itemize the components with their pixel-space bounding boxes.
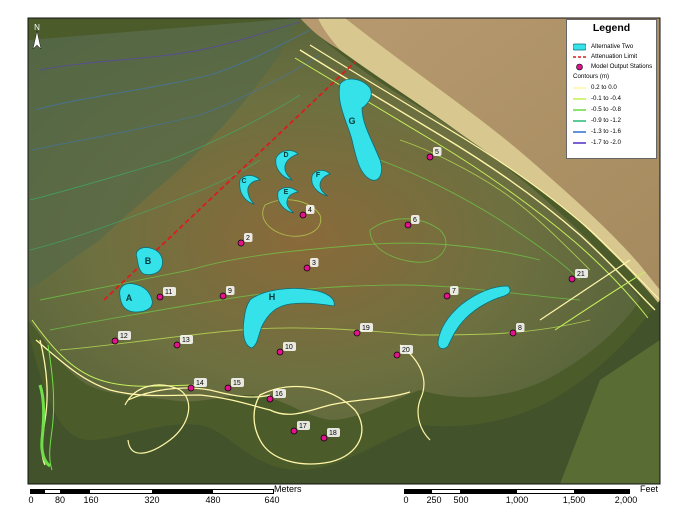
- station-marker: [156, 293, 164, 301]
- station-marker: [443, 292, 451, 300]
- station-label: 17: [299, 423, 307, 430]
- site-label: D: [283, 152, 288, 159]
- station-marker: [299, 211, 307, 219]
- scale-meters-tick: 80: [54, 495, 66, 505]
- legend-box: Legend Alternative Two Attenuation Limit…: [566, 19, 657, 159]
- station-marker: [276, 348, 284, 356]
- station-label: 21: [577, 271, 585, 278]
- station-marker: [111, 337, 119, 345]
- station-label: 8: [518, 325, 522, 332]
- scale-feet-tick: 1,500: [562, 495, 586, 505]
- station-marker: [219, 292, 227, 300]
- legend-stations-label: Model Output Stations: [591, 63, 653, 70]
- station-label: 14: [196, 380, 204, 387]
- alternative-swatch-icon: [573, 43, 586, 51]
- station-marker: [187, 384, 195, 392]
- station-label: 2: [246, 235, 250, 242]
- station-label: 16: [275, 391, 283, 398]
- scale-feet-tick: 250: [426, 495, 442, 505]
- north-arrow-label: N: [34, 23, 40, 32]
- scale-bar-feet: Feet 0 250 500 1,000 1,500 2,000: [403, 484, 664, 510]
- station-label: 5: [435, 149, 439, 156]
- station-marker: [173, 341, 181, 349]
- dashed-line-icon: [573, 56, 586, 58]
- legend-contour-label: -0.5 to -0.8: [591, 106, 621, 113]
- scale-seg: [404, 489, 432, 494]
- scale-meters-tick: 160: [83, 495, 99, 505]
- legend-alternative-label: Alternative Two: [591, 43, 634, 50]
- scale-bar-meters: Meters 0 80 160 320 480 640: [28, 484, 302, 510]
- scale-feet-tick: 2,000: [614, 495, 638, 505]
- site-label: F: [316, 172, 321, 179]
- station-marker: [237, 239, 245, 247]
- scale-seg: [460, 489, 517, 494]
- station-marker: [509, 329, 517, 337]
- station-marker: [393, 351, 401, 359]
- scale-meters-tick: 0: [28, 495, 34, 505]
- station-label: 12: [120, 333, 128, 340]
- station-marker: [426, 153, 434, 161]
- station-label: 18: [329, 430, 337, 437]
- station-marker: [224, 384, 232, 392]
- station-marker: [353, 329, 361, 337]
- scale-feet-tick: 1,000: [505, 495, 529, 505]
- scale-seg: [574, 489, 630, 494]
- contour-line-icon: [573, 120, 586, 122]
- legend-contour-label: -1.3 to -1.6: [591, 128, 621, 135]
- site-label: E: [284, 189, 289, 196]
- site-label: G: [348, 116, 355, 126]
- legend-contour-label: -0.9 to -1.2: [591, 117, 621, 124]
- station-label: 10: [285, 344, 293, 351]
- station-label: 3: [312, 260, 316, 267]
- station-marker: [404, 221, 412, 229]
- station-label: 11: [165, 289, 172, 296]
- legend-contour-label: -1.7 to -2.0: [591, 139, 621, 146]
- scale-feet-tick: 0: [403, 495, 409, 505]
- contour-line-icon: [573, 142, 586, 144]
- scale-feet-tick: 500: [453, 495, 469, 505]
- site-label: A: [126, 293, 133, 303]
- legend-contour-label: 0.2 to 0.0: [591, 84, 617, 91]
- scale-seg: [152, 489, 213, 494]
- scale-meters-tick: 320: [144, 495, 160, 505]
- site-label: H: [269, 292, 276, 302]
- station-marker: [303, 264, 311, 272]
- legend-attenuation-label: Attenuation Limit: [591, 53, 638, 60]
- contour-line-icon: [573, 98, 586, 100]
- station-marker: [266, 395, 274, 403]
- station-label: 20: [402, 347, 410, 354]
- contour-line-icon: [573, 131, 586, 133]
- scale-meters-tick: 480: [205, 495, 221, 505]
- station-marker: [290, 427, 298, 435]
- legend-title: Legend: [592, 22, 631, 34]
- station-marker: [320, 434, 328, 442]
- scale-seg: [60, 489, 90, 494]
- legend-contours-header: Contours (m): [573, 73, 610, 80]
- contour-line-icon: [573, 87, 586, 89]
- scale-meters-unit: Meters: [274, 484, 302, 494]
- station-marker: [568, 275, 576, 283]
- station-label: 9: [228, 288, 232, 295]
- scale-feet-unit: Feet: [640, 484, 659, 494]
- scale-meters-tick: 640: [264, 495, 280, 505]
- station-label: 7: [452, 288, 456, 295]
- station-dot-icon: [576, 63, 583, 71]
- site-label: C: [241, 178, 246, 185]
- station-label: 15: [233, 380, 241, 387]
- legend-contour-label: -0.1 to -0.4: [591, 95, 621, 102]
- scale-seg: [30, 489, 45, 494]
- station-label: 13: [182, 337, 190, 344]
- station-label: 19: [362, 325, 370, 332]
- station-label: 4: [308, 207, 312, 214]
- site-label: B: [145, 256, 152, 266]
- station-label: 6: [413, 217, 417, 224]
- contour-line-icon: [573, 109, 586, 111]
